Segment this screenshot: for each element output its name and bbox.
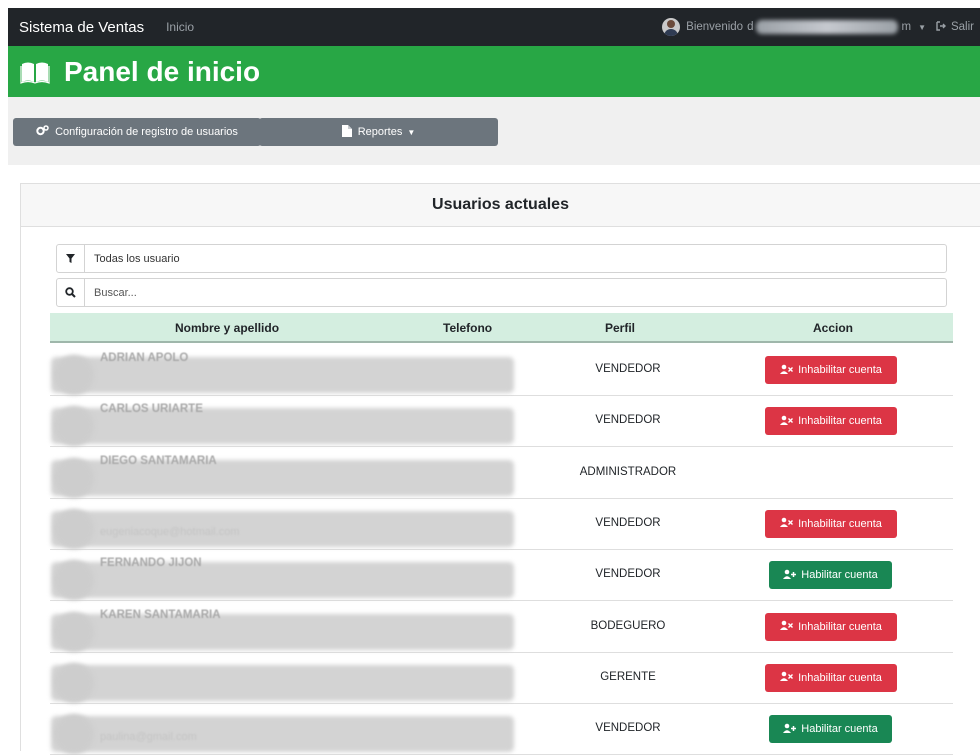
chevron-down-icon: ▼	[407, 127, 416, 137]
user-times-icon	[780, 671, 794, 684]
user-times-icon	[780, 415, 794, 428]
column-header-profile: Perfil	[605, 321, 636, 335]
user-profile: VENDEDOR	[595, 568, 661, 581]
user-registration-config-button[interactable]: Configuración de registro de usuarios	[13, 118, 261, 146]
avatar	[54, 355, 94, 395]
book-icon	[20, 60, 50, 84]
disable-account-button[interactable]: Inhabilitar cuenta	[765, 356, 897, 384]
reports-button-label: Reportes	[357, 126, 403, 138]
table-row: DIEGO SANTAMARIA ADMINISTRADOR	[50, 448, 953, 499]
table-row: KAREN SANTAMARIA BODEGUERO Inhabilitar cue…	[50, 602, 953, 653]
user-name: CARLOS URIARTE	[100, 403, 203, 416]
email-redacted	[756, 20, 899, 34]
column-header-phone: Telefono	[443, 321, 493, 335]
avatar	[54, 714, 94, 755]
table-row: eugeniacoque@hotmail.com VENDEDOR Inhabili…	[50, 499, 953, 550]
cogs-icon	[36, 125, 49, 139]
email-suffix: m	[901, 21, 912, 33]
user-profile: GERENTE	[600, 670, 656, 683]
reports-dropdown-button[interactable]: Reportes ▼	[259, 118, 498, 146]
table-row: paulina@gmail.com VENDEDOR Habilitar cuent…	[50, 704, 953, 755]
table-row: CARLOS URIARTE VENDEDOR Inhabilitar cuenta	[50, 396, 953, 448]
user-profile: BODEGUERO	[590, 619, 666, 632]
user-profile: VENDEDOR	[595, 363, 661, 375]
filter-icon	[57, 245, 85, 272]
welcome-text: Bienvenido	[686, 21, 744, 33]
action-button-label: Habilitar cuenta	[801, 569, 878, 582]
config-button-label: Configuración de registro de usuarios	[55, 126, 238, 138]
user-name: DIEGO SANTAMARIA	[100, 454, 217, 467]
action-button-label: Inhabilitar cuenta	[798, 415, 882, 428]
avatar	[662, 18, 681, 36]
file-icon	[341, 124, 352, 140]
toolbar: Configuración de registro de usuarios Re…	[8, 97, 980, 165]
search-field[interactable]	[56, 278, 947, 307]
user-profile: VENDEDOR	[595, 414, 661, 427]
table-header: Nombre y apellido Telefono Perfil Accion	[50, 313, 953, 343]
disable-account-button[interactable]: Inhabilitar cuenta	[765, 663, 897, 692]
avatar	[54, 560, 94, 601]
card-header: Usuarios actuales	[21, 184, 980, 227]
avatar	[54, 611, 94, 652]
brand-link[interactable]: Sistema de Ventas	[19, 19, 144, 36]
action-button-label: Inhabilitar cuenta	[798, 517, 882, 530]
sign-out-icon[interactable]	[936, 20, 947, 34]
avatar	[54, 457, 94, 498]
user-profile: ADMINISTRADOR	[579, 465, 677, 478]
chevron-down-icon[interactable]: ▼	[918, 23, 926, 32]
user-name: FERNANDO JIJON	[100, 557, 202, 570]
user-times-icon	[780, 620, 794, 633]
user-times-icon	[780, 364, 794, 377]
user-email: eugeniacoque@hotmail.com	[100, 525, 240, 538]
redacted-user-info	[51, 664, 514, 701]
action-button-label: Inhabilitar cuenta	[798, 364, 882, 376]
search-input[interactable]	[94, 286, 894, 299]
enable-account-button[interactable]: Habilitar cuenta	[769, 715, 892, 744]
user-times-icon	[780, 517, 794, 530]
avatar	[54, 508, 94, 549]
disable-account-button[interactable]: Inhabilitar cuenta	[765, 509, 897, 538]
table-row: ADRIAN APOLO VENDEDOR Inhabilitar cuenta	[50, 345, 953, 396]
user-profile: VENDEDOR	[595, 722, 661, 735]
action-button-label: Habilitar cuenta	[801, 723, 878, 736]
page-header: Panel de inicio	[8, 46, 980, 97]
users-card: Usuarios actuales Todas los usuario Nomb…	[20, 183, 980, 755]
user-plus-icon	[783, 723, 797, 736]
user-filter-select[interactable]: Todas los usuario	[56, 244, 947, 273]
page-title: Panel de inicio	[64, 55, 261, 87]
action-button-label: Inhabilitar cuenta	[798, 671, 882, 684]
filter-value: Todas los usuario	[94, 252, 180, 265]
enable-account-button[interactable]: Habilitar cuenta	[769, 561, 892, 590]
table-row: FERNANDO JIJON VENDEDOR Habilitar cuenta	[50, 550, 953, 602]
disable-account-button[interactable]: Inhabilitar cuenta	[765, 612, 897, 641]
column-header-name: Nombre y apellido	[175, 321, 280, 335]
logout-link[interactable]: Salir	[951, 21, 974, 33]
user-email: paulina@gmail.com	[100, 731, 197, 744]
action-button-label: Inhabilitar cuenta	[798, 620, 882, 633]
user-plus-icon	[783, 569, 797, 582]
table-row: GERENTE Inhabilitar cuenta	[50, 653, 953, 704]
user-profile: VENDEDOR	[595, 516, 661, 529]
user-menu[interactable]: Bienvenido d m ▼ Salir	[662, 18, 974, 36]
top-navbar: Sistema de Ventas Inicio Bienvenido d m …	[8, 8, 980, 46]
avatar	[54, 662, 94, 703]
user-name: KAREN SANTAMARIA	[100, 608, 221, 621]
column-header-action: Accion	[813, 321, 854, 335]
nav-link-home[interactable]: Inicio	[166, 20, 194, 34]
search-icon	[57, 279, 85, 306]
disable-account-button[interactable]: Inhabilitar cuenta	[765, 407, 897, 436]
user-name: ADRIAN APOLO	[100, 352, 189, 364]
card-title: Usuarios actuales	[432, 196, 569, 213]
email-prefix: d	[747, 21, 754, 33]
